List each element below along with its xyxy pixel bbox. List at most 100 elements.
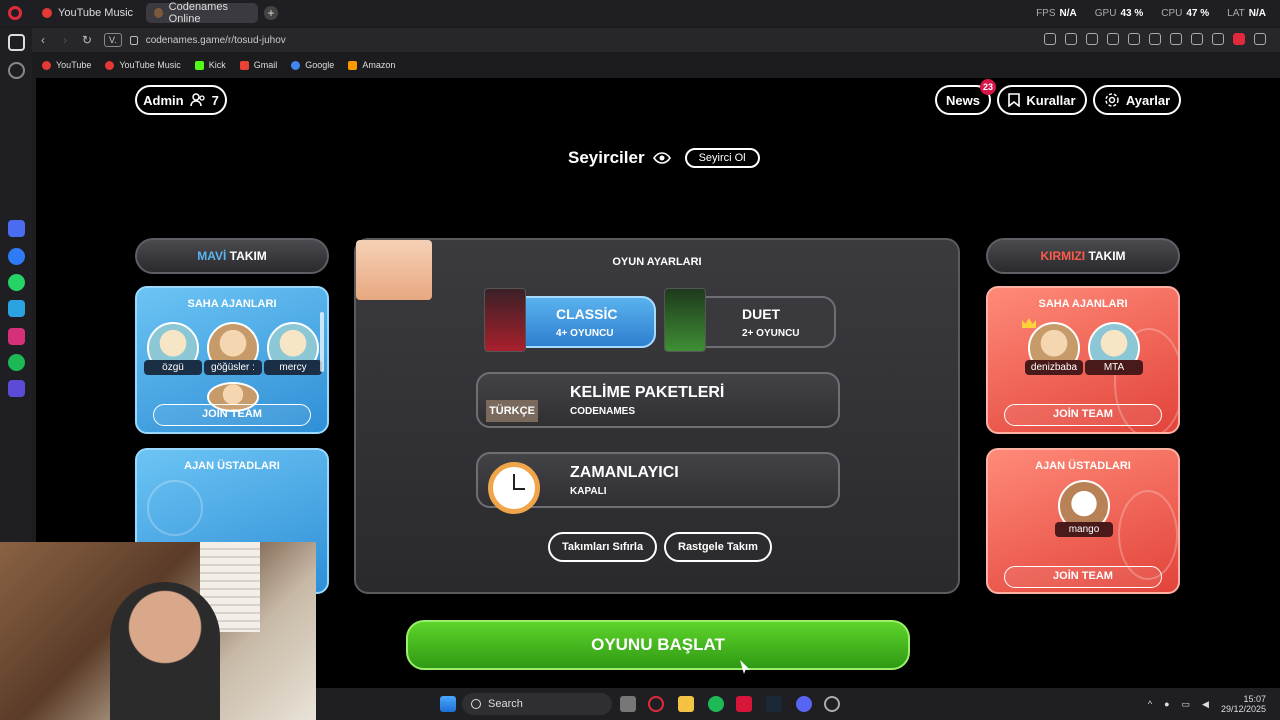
instagram-icon[interactable]	[8, 328, 25, 345]
stopwatch-icon	[488, 462, 540, 514]
spotify-icon[interactable]	[8, 354, 25, 371]
back-icon[interactable]: ‹	[32, 29, 54, 51]
spotify-icon[interactable]	[708, 696, 724, 712]
google-icon	[291, 60, 301, 70]
player-name: mercy	[264, 360, 322, 375]
admin-label: Admin	[143, 92, 184, 108]
news-button[interactable]: News 23	[935, 79, 996, 115]
app-icon[interactable]	[824, 696, 840, 712]
new-tab-button[interactable]: +	[264, 6, 278, 20]
screen: YouTube Music Codenames Online + FPS N/A …	[0, 0, 1280, 720]
operatives-scrollbar[interactable]	[320, 312, 324, 372]
opera-logo-icon[interactable]	[8, 6, 22, 20]
extensions-icon[interactable]	[1254, 33, 1266, 45]
reset-teams-button[interactable]: Takımları Sıfırla	[548, 532, 658, 562]
play-icon[interactable]	[1128, 33, 1140, 45]
network-icon[interactable]: ▭	[1182, 699, 1191, 710]
bookmark-kick[interactable]: Kick	[194, 60, 226, 70]
player-name: göğüsler :	[204, 360, 262, 375]
mode-sub: 2+ OYUNCU	[742, 328, 800, 339]
windows-taskbar: Search ^ ● ▭ ◀ 15:07 29/12/2025	[316, 688, 1280, 720]
messenger-icon[interactable]	[8, 248, 25, 265]
vpn-badge[interactable]: V.	[104, 33, 122, 47]
bookmarks-bar: YouTube YouTube Music Kick Gmail Google …	[32, 56, 395, 74]
bookmark-icon	[1008, 93, 1021, 107]
taskbar-search[interactable]: Search	[462, 693, 612, 715]
players-icon	[189, 93, 205, 107]
reload-icon[interactable]: ↻	[76, 29, 98, 51]
rules-button[interactable]: Kurallar	[997, 85, 1087, 115]
player-icon[interactable]	[8, 380, 25, 397]
address-bar-actions	[1044, 33, 1266, 45]
red-join-operatives-button[interactable]: JOİN TEAM	[1004, 404, 1162, 426]
codenames-icon	[154, 8, 163, 18]
opera-gx-icon[interactable]	[736, 696, 752, 712]
become-spectator-button[interactable]: Seyirci Ol	[684, 148, 760, 168]
admin-button[interactable]: Admin 7	[135, 85, 227, 115]
red-team-title-rest: TAKIM	[1088, 249, 1126, 263]
home-icon[interactable]	[8, 34, 25, 51]
webcam-overlay	[0, 542, 316, 720]
lock-icon[interactable]	[129, 35, 138, 45]
blue-join-operatives-button[interactable]: JOİN TEAM	[153, 404, 311, 426]
bookmark-youtube[interactable]: YouTube	[42, 60, 91, 70]
blue-team-title-rest: TAKIM	[229, 249, 267, 263]
bookmark-amazon[interactable]: Amazon	[348, 60, 395, 70]
download-icon[interactable]	[1170, 33, 1182, 45]
news-badge: 23	[980, 79, 996, 95]
classic-box-image	[484, 288, 526, 352]
tab-codenames[interactable]: Codenames Online	[146, 1, 258, 25]
opera-icon[interactable]	[648, 696, 664, 712]
youtube-music-icon	[105, 60, 115, 70]
menu-icon[interactable]	[1191, 33, 1203, 45]
word-pack-box-image	[356, 240, 432, 300]
red-spymasters-title: AJAN ÜSTADLARI	[1035, 460, 1131, 472]
clock-time: 15:07	[1243, 694, 1266, 704]
rules-label: Kurallar	[1026, 92, 1076, 108]
aria-icon[interactable]	[8, 220, 25, 237]
shield-icon[interactable]	[1086, 33, 1098, 45]
silhouette-image	[147, 480, 203, 536]
forward-icon[interactable]: ›	[54, 29, 76, 51]
pinboard-icon[interactable]	[8, 62, 25, 79]
heart-icon[interactable]	[1149, 33, 1161, 45]
ublock-icon[interactable]	[1233, 33, 1245, 45]
edit-icon[interactable]	[1044, 33, 1056, 45]
windows-start-icon[interactable]	[440, 696, 456, 712]
duet-box-image	[664, 288, 706, 352]
start-game-button[interactable]: OYUNU BAŞLAT	[406, 620, 910, 670]
bookmark-youtube-music[interactable]: YouTube Music	[105, 60, 181, 70]
task-view-icon[interactable]	[620, 696, 636, 712]
bookmark-google[interactable]: Google	[291, 60, 334, 70]
camera-icon[interactable]	[1065, 33, 1077, 45]
gpu-readout: GPU 43 %	[1094, 8, 1144, 19]
red-operatives-title: SAHA AJANLARI	[1038, 298, 1128, 310]
profile-icon[interactable]	[1212, 33, 1224, 45]
settings-button[interactable]: Ayarlar	[1093, 85, 1181, 115]
tab-youtube-music[interactable]: YouTube Music	[34, 3, 141, 23]
file-explorer-icon[interactable]	[678, 696, 694, 712]
gear-icon	[1105, 93, 1119, 107]
timer-sub: KAPALI	[570, 486, 607, 497]
gmail-icon	[239, 60, 249, 70]
volume-icon[interactable]: ◀	[1202, 699, 1209, 710]
taskbar-clock[interactable]: 15:07 29/12/2025	[1221, 694, 1266, 714]
random-teams-button[interactable]: Rastgele Takım	[664, 532, 772, 562]
steam-icon[interactable]	[766, 696, 782, 712]
microphone-icon[interactable]: ●	[1164, 699, 1169, 709]
chevron-up-icon[interactable]: ^	[1148, 699, 1152, 709]
url-field[interactable]: codenames.game/r/tosud-juhov	[146, 35, 286, 46]
discord-icon[interactable]	[796, 696, 812, 712]
youtube-music-icon	[42, 8, 52, 18]
eye-icon	[652, 152, 671, 164]
bookmark-gmail[interactable]: Gmail	[239, 60, 277, 70]
telegram-icon[interactable]	[8, 300, 25, 317]
whatsapp-icon[interactable]	[8, 274, 25, 291]
latency-readout: LAT N/A	[1227, 8, 1266, 19]
red-join-spymasters-button[interactable]: JOİN TEAM	[1004, 566, 1162, 588]
word-packs-sub: CODENAMES	[570, 406, 636, 417]
mode-label: CLASSİC	[556, 306, 618, 322]
extension-icon[interactable]	[1107, 33, 1119, 45]
player-count: 7	[211, 92, 219, 108]
blue-spymasters-title: AJAN ÜSTADLARI	[184, 460, 280, 472]
